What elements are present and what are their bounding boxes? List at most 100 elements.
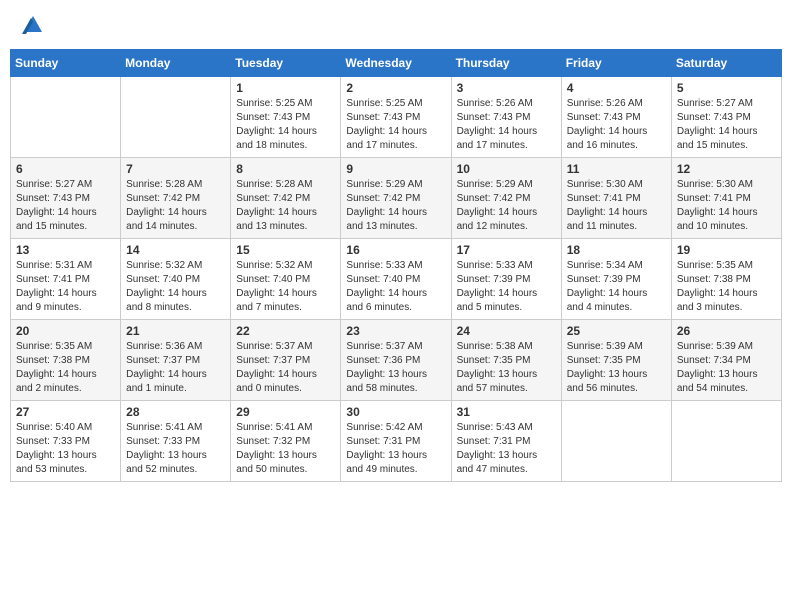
day-cell [561, 401, 671, 482]
day-number: 1 [236, 81, 335, 95]
header [10, 10, 782, 43]
day-info: Sunrise: 5:30 AMSunset: 7:41 PMDaylight:… [677, 178, 776, 234]
day-info: Sunrise: 5:29 AMSunset: 7:42 PMDaylight:… [346, 178, 445, 234]
day-info: Sunrise: 5:25 AMSunset: 7:43 PMDaylight:… [346, 97, 445, 153]
day-cell: 20Sunrise: 5:35 AMSunset: 7:38 PMDayligh… [11, 320, 121, 401]
day-info: Sunrise: 5:27 AMSunset: 7:43 PMDaylight:… [16, 178, 115, 234]
header-thursday: Thursday [451, 50, 561, 77]
week-row-2: 6 Sunrise: 5:27 AMSunset: 7:43 PMDaylight… [11, 158, 782, 239]
day-info: Sunrise: 5:34 AMSunset: 7:39 PMDaylight:… [567, 259, 666, 315]
day-cell: 27 Sunrise: 5:40 AMSunset: 7:33 PMDayligh… [11, 401, 121, 482]
day-number: 24 [457, 324, 556, 338]
header-wednesday: Wednesday [341, 50, 451, 77]
day-cell: 30 Sunrise: 5:42 AMSunset: 7:31 PMDayligh… [341, 401, 451, 482]
day-cell: 12 Sunrise: 5:30 AMSunset: 7:41 PMDayligh… [671, 158, 781, 239]
day-number: 10 [457, 162, 556, 176]
day-cell: 11 Sunrise: 5:30 AMSunset: 7:41 PMDayligh… [561, 158, 671, 239]
header-sunday: Sunday [11, 50, 121, 77]
day-number: 30 [346, 405, 445, 419]
day-cell: 8 Sunrise: 5:28 AMSunset: 7:42 PMDaylight… [231, 158, 341, 239]
day-cell: 3Sunrise: 5:26 AMSunset: 7:43 PMDaylight… [451, 77, 561, 158]
day-info: Sunrise: 5:28 AMSunset: 7:42 PMDaylight:… [236, 178, 335, 234]
day-number: 12 [677, 162, 776, 176]
day-info: Sunrise: 5:43 AMSunset: 7:31 PMDaylight:… [457, 421, 556, 477]
day-cell: 28Sunrise: 5:41 AMSunset: 7:33 PMDayligh… [121, 401, 231, 482]
day-number: 6 [16, 162, 115, 176]
day-number: 4 [567, 81, 666, 95]
day-number: 26 [677, 324, 776, 338]
day-cell: 10 Sunrise: 5:29 AMSunset: 7:42 PMDayligh… [451, 158, 561, 239]
day-info: Sunrise: 5:41 AMSunset: 7:33 PMDaylight:… [126, 421, 225, 477]
day-info: Sunrise: 5:30 AMSunset: 7:41 PMDaylight:… [567, 178, 666, 234]
day-info: Sunrise: 5:37 AMSunset: 7:37 PMDaylight:… [236, 340, 335, 396]
day-number: 7 [126, 162, 225, 176]
day-cell: 19 Sunrise: 5:35 AMSunset: 7:38 PMDayligh… [671, 239, 781, 320]
logo [20, 18, 44, 39]
day-cell: 17 Sunrise: 5:33 AMSunset: 7:39 PMDayligh… [451, 239, 561, 320]
day-number: 23 [346, 324, 445, 338]
day-info: Sunrise: 5:33 AMSunset: 7:40 PMDaylight:… [346, 259, 445, 315]
day-info: Sunrise: 5:39 AMSunset: 7:34 PMDaylight:… [677, 340, 776, 396]
day-number: 14 [126, 243, 225, 257]
day-info: Sunrise: 5:39 AMSunset: 7:35 PMDaylight:… [567, 340, 666, 396]
day-info: Sunrise: 5:35 AMSunset: 7:38 PMDaylight:… [677, 259, 776, 315]
day-cell: 4 Sunrise: 5:26 AMSunset: 7:43 PMDaylight… [561, 77, 671, 158]
day-info: Sunrise: 5:25 AMSunset: 7:43 PMDaylight:… [236, 97, 335, 153]
day-number: 31 [457, 405, 556, 419]
day-cell: 9 Sunrise: 5:29 AMSunset: 7:42 PMDaylight… [341, 158, 451, 239]
day-number: 13 [16, 243, 115, 257]
day-info: Sunrise: 5:32 AMSunset: 7:40 PMDaylight:… [236, 259, 335, 315]
week-row-5: 27 Sunrise: 5:40 AMSunset: 7:33 PMDayligh… [11, 401, 782, 482]
day-number: 29 [236, 405, 335, 419]
day-cell: 15 Sunrise: 5:32 AMSunset: 7:40 PMDayligh… [231, 239, 341, 320]
day-info: Sunrise: 5:27 AMSunset: 7:43 PMDaylight:… [677, 97, 776, 153]
calendar: SundayMondayTuesdayWednesdayThursdayFrid… [10, 49, 782, 482]
day-info: Sunrise: 5:33 AMSunset: 7:39 PMDaylight:… [457, 259, 556, 315]
day-cell: 24 Sunrise: 5:38 AMSunset: 7:35 PMDayligh… [451, 320, 561, 401]
day-number: 11 [567, 162, 666, 176]
day-number: 16 [346, 243, 445, 257]
header-monday: Monday [121, 50, 231, 77]
day-cell: 7 Sunrise: 5:28 AMSunset: 7:42 PMDaylight… [121, 158, 231, 239]
day-number: 5 [677, 81, 776, 95]
day-cell: 1 Sunrise: 5:25 AMSunset: 7:43 PMDaylight… [231, 77, 341, 158]
day-info: Sunrise: 5:38 AMSunset: 7:35 PMDaylight:… [457, 340, 556, 396]
day-number: 19 [677, 243, 776, 257]
day-number: 2 [346, 81, 445, 95]
day-number: 22 [236, 324, 335, 338]
day-cell: 26 Sunrise: 5:39 AMSunset: 7:34 PMDayligh… [671, 320, 781, 401]
day-number: 9 [346, 162, 445, 176]
day-cell: 16 Sunrise: 5:33 AMSunset: 7:40 PMDayligh… [341, 239, 451, 320]
day-info: Sunrise: 5:37 AMSunset: 7:36 PMDaylight:… [346, 340, 445, 396]
day-info: Sunrise: 5:40 AMSunset: 7:33 PMDaylight:… [16, 421, 115, 477]
day-number: 18 [567, 243, 666, 257]
day-number: 27 [16, 405, 115, 419]
day-cell: 5 Sunrise: 5:27 AMSunset: 7:43 PMDaylight… [671, 77, 781, 158]
day-cell: 14Sunrise: 5:32 AMSunset: 7:40 PMDayligh… [121, 239, 231, 320]
day-cell [121, 77, 231, 158]
day-info: Sunrise: 5:42 AMSunset: 7:31 PMDaylight:… [346, 421, 445, 477]
logo-icon [22, 14, 44, 39]
day-info: Sunrise: 5:36 AMSunset: 7:37 PMDaylight:… [126, 340, 225, 396]
day-cell [671, 401, 781, 482]
day-number: 25 [567, 324, 666, 338]
day-cell: 18 Sunrise: 5:34 AMSunset: 7:39 PMDayligh… [561, 239, 671, 320]
day-info: Sunrise: 5:28 AMSunset: 7:42 PMDaylight:… [126, 178, 225, 234]
day-info: Sunrise: 5:31 AMSunset: 7:41 PMDaylight:… [16, 259, 115, 315]
header-friday: Friday [561, 50, 671, 77]
day-info: Sunrise: 5:41 AMSunset: 7:32 PMDaylight:… [236, 421, 335, 477]
day-info: Sunrise: 5:26 AMSunset: 7:43 PMDaylight:… [567, 97, 666, 153]
day-cell: 23 Sunrise: 5:37 AMSunset: 7:36 PMDayligh… [341, 320, 451, 401]
week-row-4: 20Sunrise: 5:35 AMSunset: 7:38 PMDayligh… [11, 320, 782, 401]
day-info: Sunrise: 5:29 AMSunset: 7:42 PMDaylight:… [457, 178, 556, 234]
calendar-header-row: SundayMondayTuesdayWednesdayThursdayFrid… [11, 50, 782, 77]
day-number: 17 [457, 243, 556, 257]
day-number: 3 [457, 81, 556, 95]
day-cell: 29 Sunrise: 5:41 AMSunset: 7:32 PMDayligh… [231, 401, 341, 482]
day-number: 8 [236, 162, 335, 176]
day-cell: 2 Sunrise: 5:25 AMSunset: 7:43 PMDaylight… [341, 77, 451, 158]
day-cell: 22 Sunrise: 5:37 AMSunset: 7:37 PMDayligh… [231, 320, 341, 401]
day-number: 15 [236, 243, 335, 257]
week-row-3: 13 Sunrise: 5:31 AMSunset: 7:41 PMDayligh… [11, 239, 782, 320]
header-saturday: Saturday [671, 50, 781, 77]
